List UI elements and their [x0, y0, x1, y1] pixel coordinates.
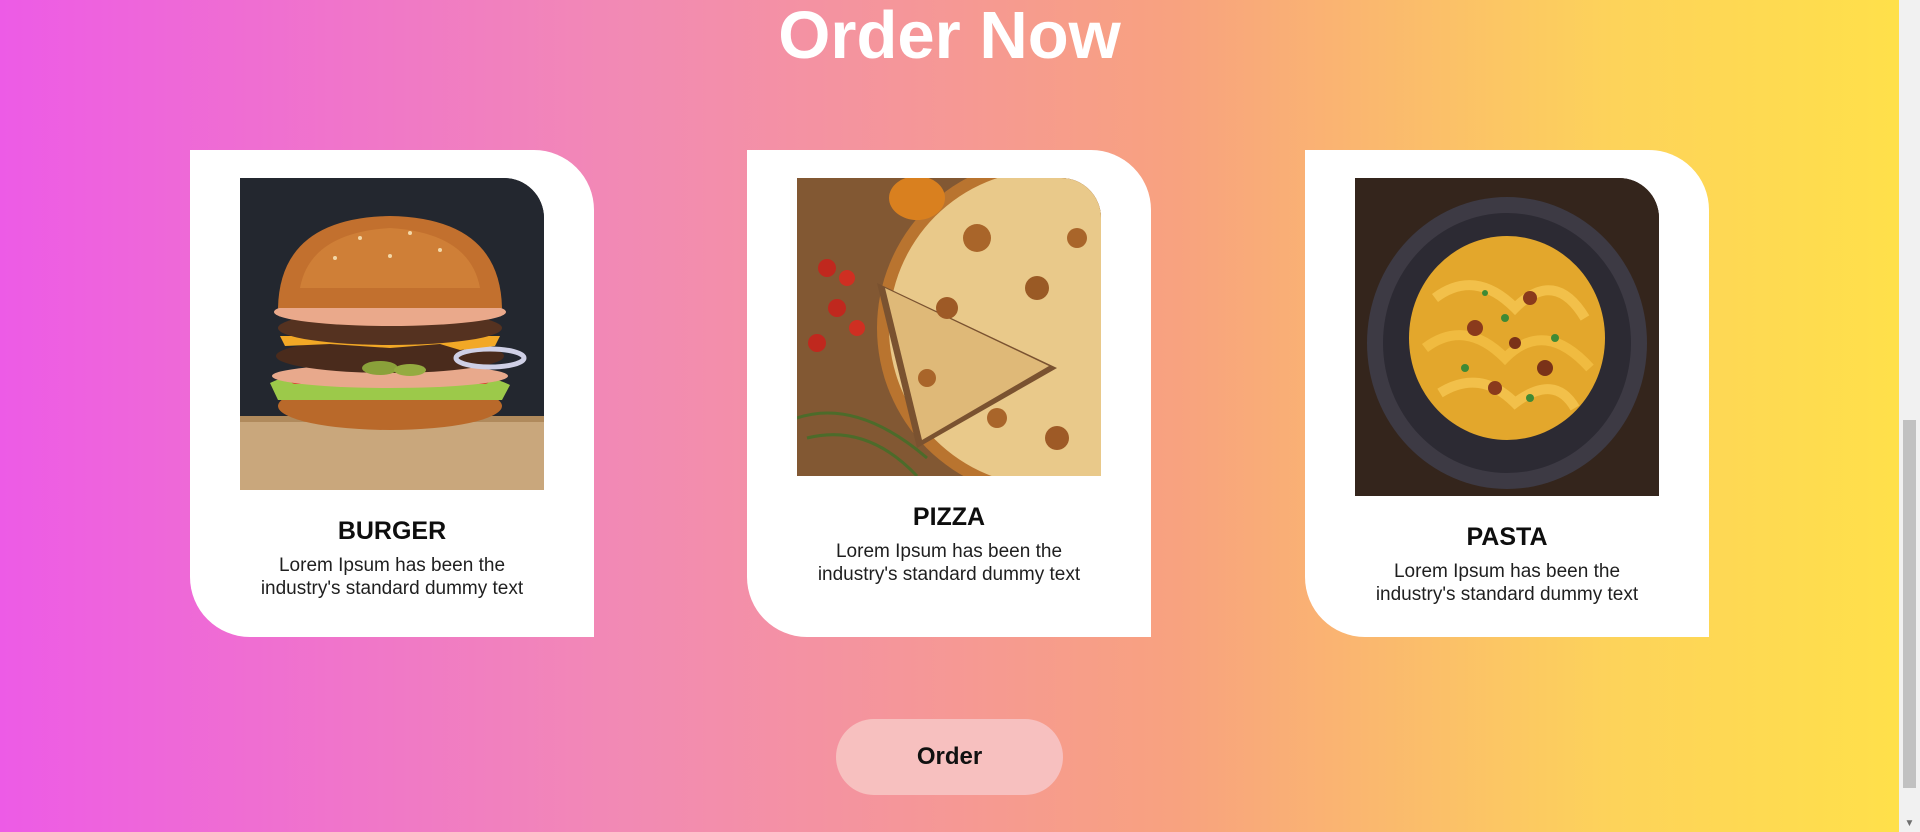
burger-image — [240, 178, 544, 490]
card-description: Lorem Ipsum has been the industry's stan… — [1375, 561, 1639, 605]
card-description: Lorem Ipsum has been the industry's stan… — [260, 555, 524, 599]
food-card-pizza: PIZZA Lorem Ipsum has been the industry'… — [747, 150, 1151, 637]
card-description: Lorem Ipsum has been the industry's stan… — [817, 541, 1081, 585]
section-heading: Order Now — [778, 0, 1121, 73]
food-card-pasta: PASTA Lorem Ipsum has been the industry'… — [1305, 150, 1709, 637]
pizza-image — [797, 178, 1101, 476]
food-card-burger: BURGER Lorem Ipsum has been the industry… — [190, 150, 594, 637]
scrollbar-thumb[interactable] — [1903, 420, 1916, 788]
scroll-down-arrow-icon[interactable]: ▼ — [1899, 815, 1920, 832]
order-section: Order Now BURGER Lorem Ipsum has been th… — [0, 0, 1899, 832]
pasta-image — [1355, 178, 1659, 496]
order-button[interactable]: Order — [836, 719, 1063, 795]
card-title: BURGER — [337, 517, 447, 545]
card-title: PIZZA — [912, 503, 986, 531]
page: Order Now BURGER Lorem Ipsum has been th… — [0, 0, 1920, 832]
vertical-scrollbar[interactable]: ▼ — [1899, 0, 1920, 832]
card-title: PASTA — [1466, 523, 1548, 551]
